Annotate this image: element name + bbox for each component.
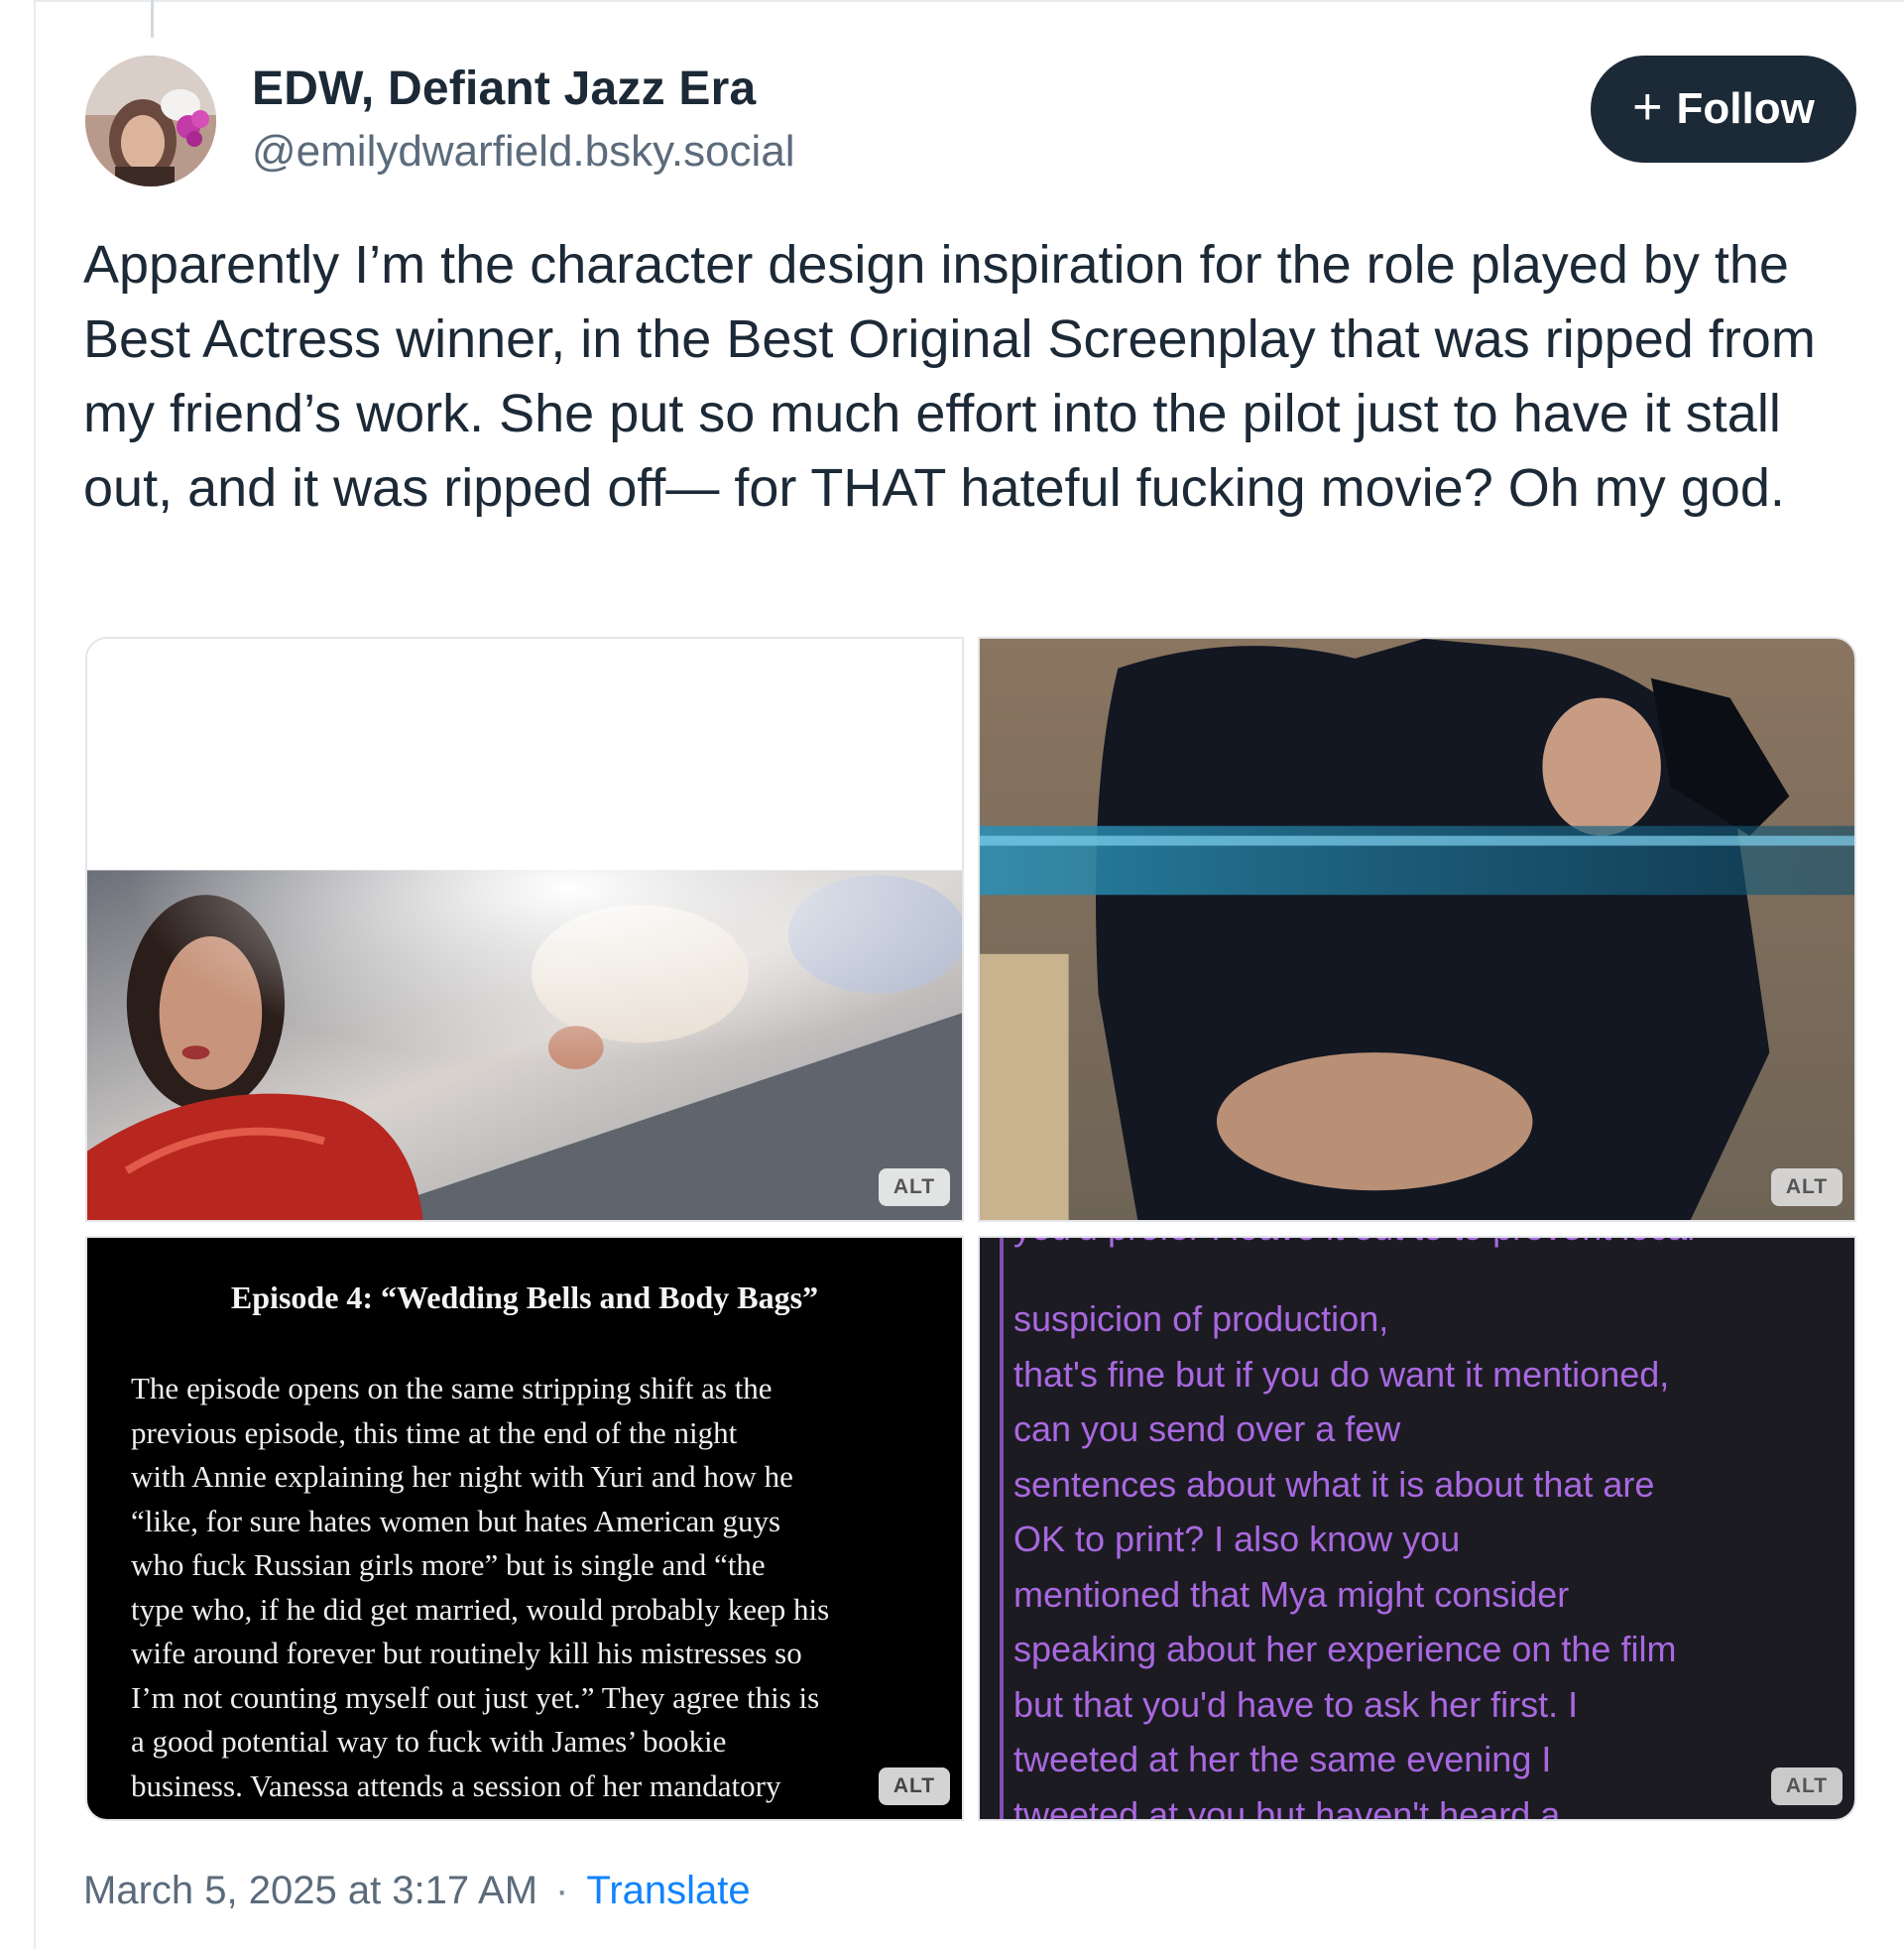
post-meta: March 5, 2025 at 3:17 AM · Translate bbox=[83, 1869, 751, 1913]
quote-bar bbox=[1000, 1238, 1004, 1819]
script-line: who fuck Russian girls more” but is sing… bbox=[131, 1547, 766, 1582]
message-cut-line-top: you'd prefer I leave it out to to preven… bbox=[1013, 1238, 1787, 1268]
media-grid: ALT ALT Episode 4: “Wedding Bells and Bo… bbox=[85, 637, 1856, 1825]
script-line: wife around forever but routinely kill h… bbox=[131, 1636, 802, 1670]
author-handle[interactable]: @emilydwarfield.bsky.social bbox=[252, 127, 795, 177]
follow-button[interactable]: + Follow bbox=[1591, 56, 1856, 163]
film-still-photo bbox=[980, 639, 1854, 1220]
post-image-4[interactable]: you'd prefer I leave it out to to preven… bbox=[978, 1236, 1856, 1821]
thread-line bbox=[151, 0, 154, 38]
script-line: previous episode, this time at the end o… bbox=[131, 1414, 738, 1450]
script-line: a good potential way to fuck with James’… bbox=[131, 1724, 727, 1759]
message-line: mentioned that Mya might consider bbox=[1013, 1573, 1570, 1615]
author-display-name[interactable]: EDW, Defiant Jazz Era bbox=[252, 61, 756, 116]
script-line: The episode opens on the same stripping … bbox=[131, 1371, 773, 1405]
script-title: Episode 4: “Wedding Bells and Body Bags” bbox=[230, 1279, 819, 1315]
post-text: Apparently I’m the character design insp… bbox=[83, 235, 1816, 518]
selfie-photo bbox=[87, 639, 962, 1220]
message-line: can you send over a few bbox=[1013, 1408, 1401, 1449]
post-image-1[interactable]: ALT bbox=[85, 637, 964, 1222]
message-body: suspicion of production, that's fine but… bbox=[1013, 1291, 1837, 1787]
alt-badge[interactable]: ALT bbox=[1771, 1767, 1843, 1805]
message-line: OK to print? I also know you bbox=[1013, 1519, 1461, 1559]
message-line: tweeted at her the same evening I bbox=[1013, 1739, 1552, 1779]
script-line: business. Vanessa attends a session of h… bbox=[131, 1767, 781, 1803]
post-timestamp[interactable]: March 5, 2025 at 3:17 AM bbox=[83, 1869, 537, 1913]
avatar-image bbox=[85, 56, 216, 186]
separator-dot: · bbox=[555, 1869, 569, 1912]
script-body: The episode opens on the same stripping … bbox=[131, 1367, 934, 1808]
script-line: “like, for sure hates women but hates Am… bbox=[131, 1503, 781, 1538]
message-line: that's fine but if you do want it mentio… bbox=[1013, 1353, 1670, 1395]
follow-label: Follow bbox=[1676, 84, 1815, 133]
post-image-3[interactable]: Episode 4: “Wedding Bells and Body Bags”… bbox=[85, 1236, 964, 1821]
alt-badge[interactable]: ALT bbox=[879, 1168, 950, 1206]
alt-badge[interactable]: ALT bbox=[1771, 1168, 1843, 1206]
script-line: I’m not counting myself out just yet.” T… bbox=[131, 1679, 820, 1715]
avatar[interactable] bbox=[85, 56, 216, 186]
plus-icon: + bbox=[1632, 78, 1663, 136]
message-cut-line-bottom: tweeted at you but haven't heard a bbox=[1013, 1795, 1561, 1821]
script-line: type who, if he did get married, would p… bbox=[131, 1591, 830, 1627]
script-line: with Annie explaining her night with Yur… bbox=[131, 1459, 793, 1494]
alt-badge[interactable]: ALT bbox=[879, 1767, 950, 1805]
translate-link[interactable]: Translate bbox=[586, 1869, 750, 1913]
message-line: speaking about her experience on the fil… bbox=[1013, 1629, 1677, 1669]
message-line: suspicion of production, bbox=[1013, 1298, 1389, 1339]
message-line: but that you'd have to ask her first. I bbox=[1013, 1683, 1579, 1725]
message-line: sentences about what it is about that ar… bbox=[1013, 1463, 1655, 1505]
post-image-2[interactable]: ALT bbox=[978, 637, 1856, 1222]
